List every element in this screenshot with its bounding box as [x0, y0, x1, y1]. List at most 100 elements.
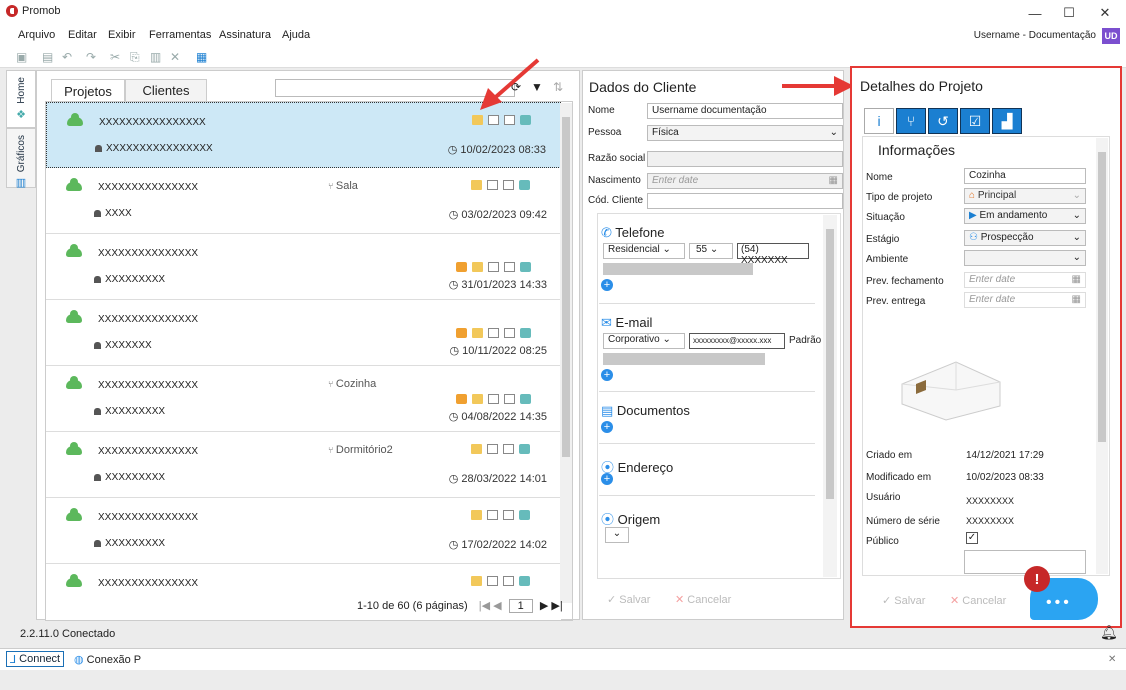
nome-field[interactable]: Username documentação: [647, 103, 843, 119]
person-icon[interactable]: [456, 394, 467, 404]
export-icon[interactable]: [503, 576, 514, 586]
copy-icon[interactable]: ⎘: [130, 50, 140, 65]
add-endereco-icon[interactable]: +: [601, 473, 613, 485]
menu-arquivo[interactable]: Arquivo: [18, 29, 55, 41]
cancelar-button[interactable]: ✕ Cancelar: [675, 593, 731, 606]
project-row[interactable]: XXXXXXXXXXXXXXX XXXXXXXXX 17/02/2022 14:…: [46, 498, 561, 564]
copy-icon[interactable]: [487, 510, 498, 520]
publico-checkbox[interactable]: ✓: [966, 532, 978, 544]
export-icon[interactable]: [504, 262, 515, 272]
tab-projetos[interactable]: Projetos: [51, 79, 125, 103]
calendar-icon[interactable]: ▦: [1072, 273, 1081, 287]
calendar-icon[interactable]: ▦: [829, 174, 838, 188]
estagio-select[interactable]: ⚇ Prospecção ⌄: [964, 230, 1086, 246]
situacao-select[interactable]: ▶ Em andamento ⌄: [964, 208, 1086, 224]
email-field[interactable]: xxxxxxxxx@xxxxx.xxx: [689, 333, 785, 349]
menu-editar[interactable]: Editar: [68, 29, 97, 41]
details-cancelar-button[interactable]: ✕ Cancelar: [950, 594, 1006, 607]
copy-icon[interactable]: [488, 115, 499, 125]
tab-info-icon[interactable]: i: [864, 108, 894, 134]
folder-icon[interactable]: [472, 328, 483, 338]
calendar-icon[interactable]: ▦: [1072, 293, 1081, 307]
print-icon[interactable]: ▤: [42, 50, 53, 64]
folder-icon[interactable]: [471, 510, 482, 520]
tree-icon[interactable]: [519, 510, 530, 520]
layout-icon[interactable]: ▦: [196, 50, 207, 64]
copy-icon[interactable]: [488, 394, 499, 404]
copy-icon[interactable]: [487, 444, 498, 454]
cod-field[interactable]: [647, 193, 843, 209]
alert-icon[interactable]: !: [1024, 566, 1050, 592]
tab-chart-icon[interactable]: ▟: [992, 108, 1022, 134]
connect-tab[interactable]: ⅃ Connect: [6, 651, 65, 667]
nascimento-field[interactable]: Enter date ▦: [647, 173, 843, 189]
add-email-icon[interactable]: +: [601, 369, 613, 381]
export-icon[interactable]: [504, 394, 515, 404]
ambiente-select[interactable]: ⌄: [964, 250, 1086, 266]
export-icon[interactable]: [504, 115, 515, 125]
pessoa-select[interactable]: Física ⌄: [647, 125, 843, 141]
folder-icon[interactable]: [472, 262, 483, 272]
tree-icon[interactable]: [520, 328, 531, 338]
origem-select[interactable]: ⌄: [605, 527, 629, 543]
redo-icon[interactable]: ↷: [86, 50, 96, 64]
user-avatar[interactable]: UD: [1102, 28, 1120, 44]
tree-icon[interactable]: [520, 262, 531, 272]
project-row[interactable]: XXXXXXXXXXXXXXX XXXXXXXXX 31/01/2023 14:…: [46, 234, 561, 300]
tel-ddi-select[interactable]: 55 ⌄: [689, 243, 733, 259]
person-icon[interactable]: [456, 262, 467, 272]
tel-hscroll[interactable]: [603, 263, 753, 275]
user-name[interactable]: Username - Documentação: [974, 30, 1096, 41]
add-documento-icon[interactable]: +: [601, 421, 613, 433]
cut-icon[interactable]: ✂: [110, 50, 120, 64]
delete-icon[interactable]: ✕: [170, 50, 180, 64]
tab-checklist-icon[interactable]: ☑: [960, 108, 990, 134]
add-telefone-icon[interactable]: +: [601, 279, 613, 291]
conexao-tab[interactable]: ◍ Conexão P: [74, 653, 141, 666]
tel-number-field[interactable]: (54) XXXXXXX: [737, 243, 809, 266]
menu-assinatura[interactable]: Assinatura: [219, 29, 271, 41]
tree-icon[interactable]: [519, 576, 530, 586]
tel-type-select[interactable]: Residencial ⌄: [603, 243, 685, 259]
copy-icon[interactable]: [487, 576, 498, 586]
contact-scroll-thumb[interactable]: [826, 229, 834, 499]
razao-field[interactable]: [647, 151, 843, 167]
email-hscroll[interactable]: [603, 353, 765, 365]
person-icon[interactable]: [456, 328, 467, 338]
menu-ajuda[interactable]: Ajuda: [282, 29, 310, 41]
folder-icon[interactable]: [471, 444, 482, 454]
close-bottom-icon[interactable]: ✕: [1108, 654, 1116, 665]
menu-exibir[interactable]: Exibir: [108, 29, 136, 41]
nome-field[interactable]: Cozinha: [964, 168, 1086, 184]
menu-ferramentas[interactable]: Ferramentas: [149, 29, 211, 41]
tipo-select[interactable]: ⌂ Principal ⌄: [964, 188, 1086, 204]
paste-icon[interactable]: ▥: [150, 50, 161, 64]
tab-tree-icon[interactable]: ⑂: [896, 108, 926, 134]
folder-icon[interactable]: [471, 576, 482, 586]
side-tab-graficos[interactable]: Gráficos ▥: [6, 128, 36, 189]
project-row[interactable]: XXXXXXXXXXXXXXX Dormitório2 XXXXXXXXX 28…: [46, 432, 561, 498]
tab-history-icon[interactable]: ↺: [928, 108, 958, 134]
sort-icon[interactable]: ⇅: [553, 80, 563, 94]
project-row[interactable]: XXXXXXXXXXXXXXX Sala XXXX 03/02/2023 09:…: [46, 168, 561, 234]
copy-icon[interactable]: [488, 328, 499, 338]
prev-entrega-field[interactable]: Enter date ▦: [964, 292, 1086, 308]
export-icon[interactable]: [503, 510, 514, 520]
close-button[interactable]: ✕: [1088, 2, 1122, 24]
project-row[interactable]: XXXXXXXXXXXXXXX XXXXXXX 10/11/2022 08:25: [46, 300, 561, 366]
export-icon[interactable]: [503, 444, 514, 454]
copy-icon[interactable]: [488, 262, 499, 272]
folder-icon[interactable]: [472, 394, 483, 404]
tree-icon[interactable]: [520, 115, 531, 125]
page-input[interactable]: 1: [508, 599, 533, 613]
salvar-button[interactable]: ✓ Salvar: [607, 593, 650, 606]
prev-fechamento-field[interactable]: Enter date ▦: [964, 272, 1086, 288]
tab-clientes[interactable]: Clientes: [125, 79, 207, 101]
last-page-icon[interactable]: ▶|: [551, 600, 562, 612]
undo-icon[interactable]: ↶: [62, 50, 72, 64]
first-page-icon[interactable]: |◀: [479, 600, 490, 612]
minimize-button[interactable]: —: [1018, 2, 1052, 24]
copy-icon[interactable]: [487, 180, 498, 190]
project-row[interactable]: XXXXXXXXXXXXXXX Cozinha XXXXXXXXX 04/08/…: [46, 366, 561, 432]
maximize-button[interactable]: ☐: [1052, 2, 1086, 24]
